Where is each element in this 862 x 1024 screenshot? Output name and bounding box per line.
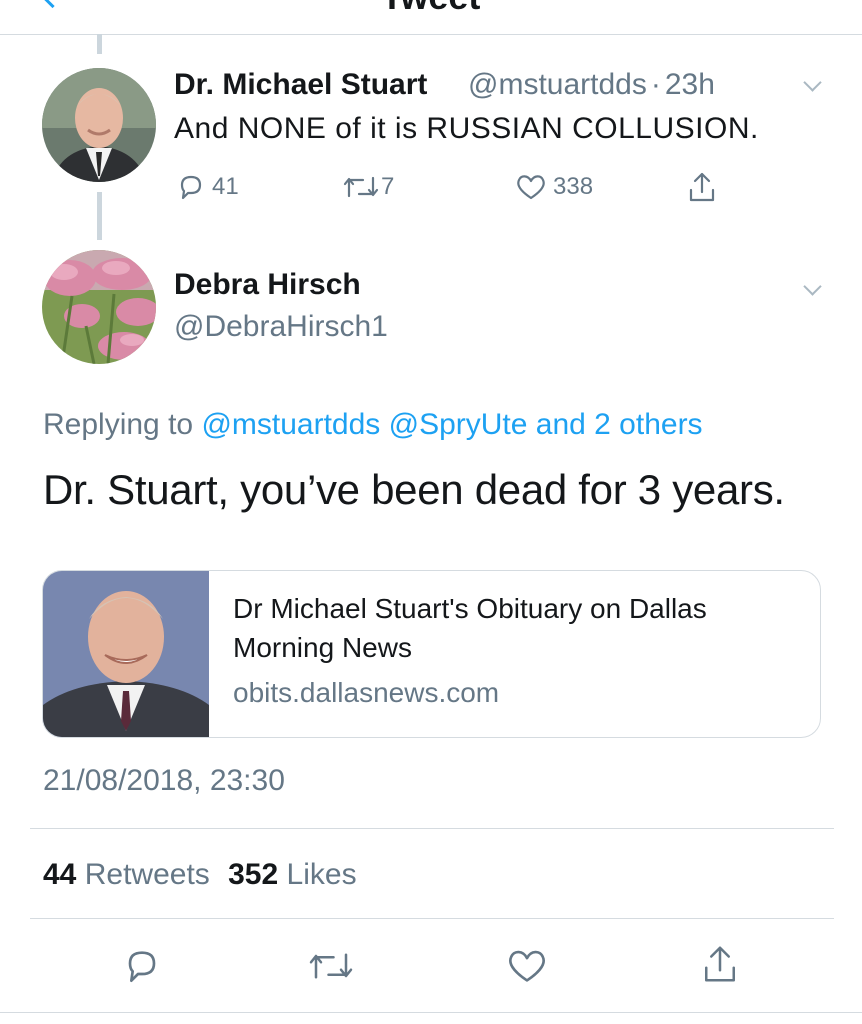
parent-retweet-count: 7 bbox=[381, 173, 395, 200]
share-button[interactable] bbox=[700, 942, 740, 986]
link-card-title: Dr Michael Stuart's Obituary on Dallas M… bbox=[233, 593, 707, 663]
parent-time-separator: · bbox=[650, 68, 661, 101]
link-card[interactable]: Dr Michael Stuart's Obituary on Dallas M… bbox=[42, 570, 821, 738]
parent-author-handle[interactable]: @mstuartdds bbox=[468, 68, 647, 101]
link-card-thumbnail bbox=[43, 571, 209, 737]
main-author-name[interactable]: Debra Hirsch bbox=[174, 268, 361, 302]
share-icon bbox=[700, 942, 740, 986]
top-nav-bar: Tweet bbox=[0, 0, 862, 35]
retweet-button[interactable] bbox=[306, 946, 356, 986]
parent-retweet-action[interactable]: 7 bbox=[341, 172, 394, 202]
engagement-stats: 44 Retweets 352 Likes bbox=[43, 858, 357, 892]
retweet-icon bbox=[306, 946, 356, 986]
retweets-stat[interactable]: 44 Retweets bbox=[43, 858, 210, 891]
avatar-michael-stuart[interactable] bbox=[42, 68, 156, 182]
replying-to-users[interactable]: @mstuartdds @SpryUte and 2 others bbox=[201, 408, 702, 441]
parent-author-meta: @mstuartdds · 23h bbox=[468, 68, 715, 102]
retweet-icon bbox=[341, 172, 381, 202]
main-tweet-text: Dr. Stuart, you’ve been dead for 3 years… bbox=[43, 466, 785, 513]
thread-line-connector bbox=[97, 192, 102, 240]
nav-title: Tweet bbox=[381, 0, 480, 18]
divider-top bbox=[30, 828, 834, 829]
parent-tweet-time[interactable]: 23h bbox=[665, 68, 715, 101]
parent-reply-action[interactable]: 41 bbox=[176, 172, 239, 202]
reply-icon bbox=[176, 172, 206, 202]
parent-tweet-text: And NONE of it is RUSSIAN COLLUSION. bbox=[174, 112, 759, 145]
divider-bottom bbox=[30, 918, 834, 919]
link-card-domain: obits.dallasnews.com bbox=[233, 677, 500, 708]
parent-share-action[interactable] bbox=[686, 170, 718, 204]
likes-label: Likes bbox=[286, 858, 357, 891]
parent-reply-count: 41 bbox=[212, 173, 239, 200]
like-count: 352 bbox=[228, 858, 279, 891]
parent-caret-down-icon[interactable] bbox=[803, 73, 822, 92]
divider-footer bbox=[0, 1012, 862, 1013]
share-icon bbox=[686, 170, 718, 204]
thread-line-top bbox=[97, 34, 102, 54]
like-button[interactable] bbox=[506, 946, 548, 986]
reply-button[interactable] bbox=[122, 946, 162, 986]
parent-like-action[interactable]: 338 bbox=[515, 172, 593, 202]
heart-icon bbox=[506, 946, 548, 986]
main-caret-down-icon[interactable] bbox=[803, 277, 822, 296]
likes-stat[interactable]: 352 Likes bbox=[228, 858, 356, 891]
tweet-timestamp: 21/08/2018, 23:30 bbox=[43, 764, 285, 797]
replying-to-line: Replying to @mstuartdds @SpryUte and 2 o… bbox=[43, 408, 703, 442]
back-chevron-icon[interactable] bbox=[34, 0, 71, 9]
replying-to-prefix: Replying to bbox=[43, 408, 194, 441]
parent-author-name[interactable]: Dr. Michael Stuart bbox=[174, 68, 427, 102]
retweet-count: 44 bbox=[43, 858, 77, 891]
retweets-label: Retweets bbox=[84, 858, 210, 891]
avatar-debra-hirsch[interactable] bbox=[42, 250, 156, 364]
heart-icon bbox=[515, 172, 547, 202]
reply-icon bbox=[122, 946, 162, 986]
main-author-handle[interactable]: @DebraHirsch1 bbox=[174, 310, 388, 344]
parent-like-count: 338 bbox=[553, 173, 594, 200]
